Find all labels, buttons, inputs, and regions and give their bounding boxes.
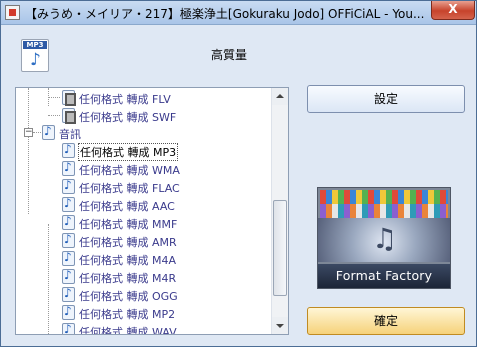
music-icon (62, 232, 75, 248)
settings-button[interactable]: 設定 (307, 85, 465, 113)
logo-music-graphic (318, 218, 450, 262)
ok-button[interactable]: 確定 (307, 307, 465, 335)
tree-item-label-selected: 任何格式 轉成 MP3 (77, 143, 179, 161)
music-icon (62, 160, 75, 176)
format-tree[interactable]: − 任何格式 轉成 FLV 任何格式 轉成 SWF 音訊 任何格式 轉成 MP3… (15, 87, 289, 335)
tree-item-label: 任何格式 轉成 M4A (79, 254, 177, 267)
tree-item-label: 任何格式 轉成 M4R (79, 272, 177, 285)
music-icon (62, 214, 75, 230)
music-icon (62, 250, 75, 266)
tree-item-label: 任何格式 轉成 AAC (79, 200, 175, 213)
mp3-file-icon: MP3 ♪ (21, 39, 49, 72)
logo-format-icons (320, 190, 448, 204)
tree-group-label: 音訊 (59, 128, 81, 141)
tree-item-label: 任何格式 轉成 OGG (79, 290, 178, 303)
format-tree-content: − 任何格式 轉成 FLV 任何格式 轉成 SWF 音訊 任何格式 轉成 MP3… (16, 88, 272, 334)
music-icon (62, 268, 75, 284)
tree-item-label: 任何格式 轉成 FLV (79, 93, 171, 106)
title-bar[interactable]: 【みうめ・メイリア・217】極楽浄土[Gokuraku Jodo] OFFiCi… (1, 1, 476, 25)
close-button[interactable]: X (431, 1, 475, 20)
tree-item-label: 任何格式 轉成 AMR (79, 236, 177, 249)
dialog-window: 【みうめ・メイリア・217】極楽浄土[Gokuraku Jodo] OFFiCi… (0, 0, 477, 347)
tree-item-label: 任何格式 轉成 FLAC (79, 182, 180, 195)
tree-item-label: 任何格式 轉成 MMF (79, 218, 178, 231)
mp3-icon-tag: MP3 (23, 41, 47, 49)
tree-scrollbar[interactable] (271, 88, 288, 334)
scroll-up-arrow-icon[interactable] (272, 88, 288, 105)
music-icon (62, 286, 75, 302)
window-title: 【みうめ・メイリア・217】極楽浄土[Gokuraku Jodo] OFFiCi… (25, 7, 425, 21)
tree-item-label: 任何格式 轉成 WAV (79, 326, 177, 334)
film-icon (62, 108, 76, 124)
music-icon (62, 178, 75, 194)
music-icon (62, 322, 75, 334)
tree-item-label: 任何格式 轉成 SWF (79, 111, 177, 124)
tree-item-label: 任何格式 轉成 MP2 (79, 308, 176, 321)
scroll-down-arrow-icon[interactable] (272, 317, 288, 334)
music-icon (62, 142, 75, 158)
tree-item-label: 任何格式 轉成 WMA (79, 164, 180, 177)
collapse-audio-toggle[interactable]: − (24, 128, 33, 137)
scrollbar-thumb[interactable] (273, 200, 287, 296)
logo-text: Format Factory (318, 264, 450, 288)
film-icon (62, 90, 76, 106)
app-icon (5, 5, 20, 20)
music-icon (62, 196, 75, 212)
logo-format-icons-row2 (320, 204, 448, 218)
quality-label: 高質量 (211, 48, 248, 62)
music-icon (42, 124, 55, 140)
output-header: MP3 ♪ 高質量 (1, 26, 476, 81)
music-icon (62, 304, 75, 320)
format-factory-logo: Format Factory (317, 187, 451, 289)
